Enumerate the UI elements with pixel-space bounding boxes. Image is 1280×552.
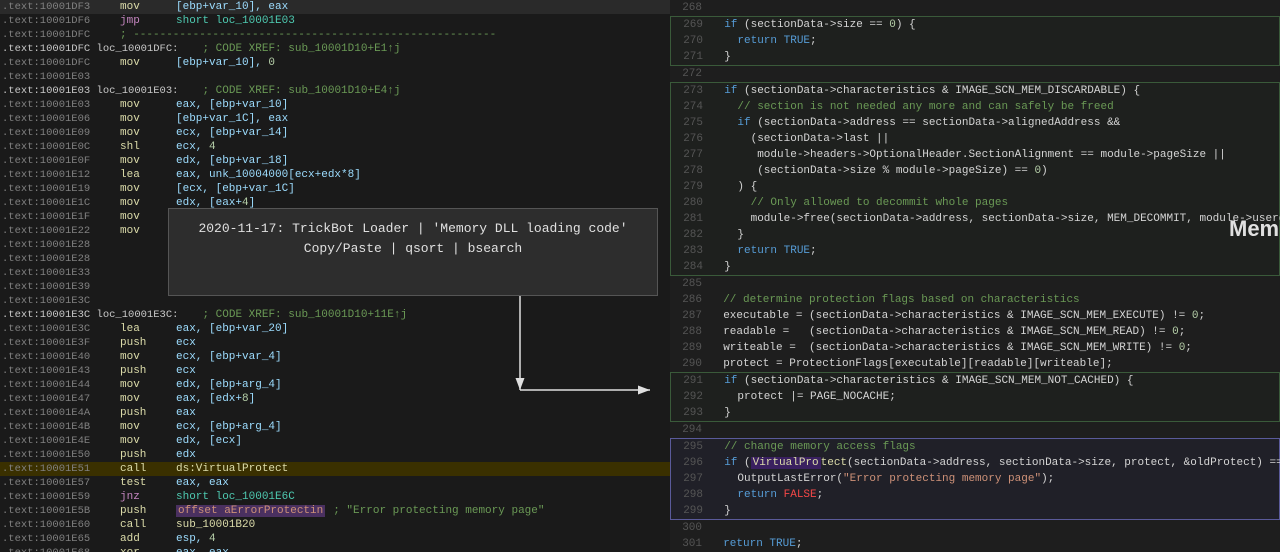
asm-line: .text:10001DF6 jmp short loc_10001E03 (0, 14, 670, 28)
code-line-271: 271 } (671, 49, 1279, 65)
code-line-299: 299 } (671, 503, 1279, 519)
code-line-275: 275 if (sectionData->address == sectionD… (671, 115, 1279, 131)
disassembly-panel: .text:10001DF3 mov [ebp+var_10], eax .te… (0, 0, 670, 552)
code-block-3: 291 if (sectionData->characteristics & I… (670, 372, 1280, 422)
code-line-290: 290 protect = ProtectionFlags[executable… (670, 356, 1280, 372)
code-line-270: 270 return TRUE; (671, 33, 1279, 49)
asm-line: .text:10001E47 mov eax, [edx+8] (0, 392, 670, 406)
code-line-268: 268 (670, 0, 1280, 16)
code-area: 268 269 if (sectionData->size == 0) { 27… (670, 0, 1280, 552)
code-line-285: 285 (670, 276, 1280, 292)
code-line-281: 281 module->free(sectionData->address, s… (671, 211, 1279, 227)
asm-line: .text:10001E3C lea eax, [ebp+var_20] (0, 322, 670, 336)
asm-line: .text:10001E50 push edx (0, 448, 670, 462)
asm-line: .text:10001E60 call sub_10001B20 (0, 518, 670, 532)
asm-line: .text:10001E03 mov eax, [ebp+var_10] (0, 98, 670, 112)
annotation-overlay: 2020-11-17: TrickBot Loader | 'Memory DL… (168, 208, 658, 296)
code-line-292: 292 protect |= PAGE_NOCACHE; (671, 389, 1279, 405)
asm-line: .text:10001E4B mov ecx, [ebp+arg_4] (0, 420, 670, 434)
asm-line: .text:10001E3F push ecx (0, 336, 670, 350)
asm-line: .text:10001DFC loc_10001DFC: ; CODE XREF… (0, 42, 670, 56)
asm-line: .text:10001E59 jnz short loc_10001E6C (0, 490, 670, 504)
code-line-276: 276 (sectionData->last || (671, 131, 1279, 147)
asm-line: .text:10001DFC mov [ebp+var_10], 0 (0, 56, 670, 70)
code-line-279: 279 ) { (671, 179, 1279, 195)
code-line-295: 295 // change memory access flags (671, 439, 1279, 455)
asm-line: .text:10001E68 xor eax, eax (0, 546, 670, 552)
code-line-280: 280 // Only allowed to decommit whole pa… (671, 195, 1279, 211)
asm-line: .text:10001E65 add esp, 4 (0, 532, 670, 546)
asm-line: .text:10001E3C (0, 294, 670, 308)
code-line-283: 283 return TRUE; (671, 243, 1279, 259)
asm-separator: .text:10001DFC ; -----------------------… (0, 28, 670, 42)
code-line-287: 287 executable = (sectionData->character… (670, 308, 1280, 324)
code-line-298: 298 return FALSE; (671, 487, 1279, 503)
asm-line: .text:10001E0C shl ecx, 4 (0, 140, 670, 154)
asm-line: .text:10001E5B push offset aErrorProtect… (0, 504, 670, 518)
asm-line: .text:10001E44 mov edx, [ebp+arg_4] (0, 378, 670, 392)
asm-line: .text:10001E03 loc_10001E03: ; CODE XREF… (0, 84, 670, 98)
code-line-300: 300 (670, 520, 1280, 536)
code-block-1: 269 if (sectionData->size == 0) { 270 re… (670, 16, 1280, 66)
asm-line: .text:10001E19 mov [ecx, [ebp+var_1C] (0, 182, 670, 196)
code-block-2: 273 if (sectionData->characteristics & I… (670, 82, 1280, 276)
asm-line: .text:10001E06 mov [ebp+var_1C], eax (0, 112, 670, 126)
asm-line: .text:10001E03 (0, 70, 670, 84)
asm-line: .text:10001DF3 mov [ebp+var_10], eax (0, 0, 670, 14)
overlay-text: 2020-11-17: TrickBot Loader | 'Memory DL… (198, 221, 627, 256)
code-line-282: 282 } (671, 227, 1279, 243)
code-line-278: 278 (sectionData->size % module->pageSiz… (671, 163, 1279, 179)
code-block-4: 295 // change memory access flags 296 if… (670, 438, 1280, 520)
code-line-291: 291 if (sectionData->characteristics & I… (671, 373, 1279, 389)
code-line-301: 301 return TRUE; (670, 536, 1280, 552)
asm-line: .text:10001E4E mov edx, [ecx] (0, 434, 670, 448)
code-line-277: 277 module->headers->OptionalHeader.Sect… (671, 147, 1279, 163)
code-line-297: 297 OutputLastError("Error protecting me… (671, 471, 1279, 487)
code-line-289: 289 writeable = (sectionData->characteri… (670, 340, 1280, 356)
code-line-293: 293 } (671, 405, 1279, 421)
memory-label: Memory (1229, 216, 1280, 242)
asm-line: .text:10001E3C loc_10001E3C: ; CODE XREF… (0, 308, 670, 322)
asm-line: .text:10001E0F mov edx, [ebp+var_18] (0, 154, 670, 168)
asm-line: .text:10001E40 mov ecx, [ebp+var_4] (0, 350, 670, 364)
code-line-269: 269 if (sectionData->size == 0) { (671, 17, 1279, 33)
code-line-296: 296 if (VirtualProtect(sectionData->addr… (671, 455, 1279, 471)
code-line-273: 273 if (sectionData->characteristics & I… (671, 83, 1279, 99)
code-line-284: 284 } (671, 259, 1279, 275)
code-line-274: 274 // section is not needed any more an… (671, 99, 1279, 115)
asm-line: .text:10001E57 test eax, eax (0, 476, 670, 490)
code-line-286: 286 // determine protection flags based … (670, 292, 1280, 308)
code-line-288: 288 readable = (sectionData->characteris… (670, 324, 1280, 340)
asm-line: .text:10001E51 call ds:VirtualProtect (0, 462, 670, 476)
code-line-272: 272 (670, 66, 1280, 82)
source-code-panel: 268 269 if (sectionData->size == 0) { 27… (670, 0, 1280, 552)
asm-line: .text:10001E09 mov ecx, [ebp+var_14] (0, 126, 670, 140)
code-line-294: 294 (670, 422, 1280, 438)
asm-line: .text:10001E4A push eax (0, 406, 670, 420)
asm-line: .text:10001E43 push ecx (0, 364, 670, 378)
asm-line: .text:10001E12 lea eax, unk_10004000[ecx… (0, 168, 670, 182)
